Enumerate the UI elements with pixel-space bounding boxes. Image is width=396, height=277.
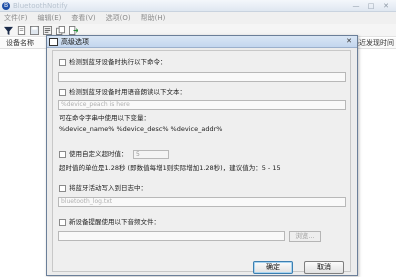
variables-hint: 可在命令字串中使用以下变量： [59,114,150,122]
column-last-seen[interactable]: 最近发现时间 [352,38,394,49]
speak-text-label: 检测到蓝牙设备时用语音朗读以下文本： [69,88,186,96]
save-icon[interactable] [30,25,39,35]
write-log-checkbox[interactable] [59,185,66,192]
menu-bar: 文件(F) 编辑(E) 查看(V) 选项(O) 帮助(H) [0,12,396,24]
export-icon[interactable] [69,25,78,35]
main-titlebar: B BluetoothNotify — □ ✕ [0,0,396,12]
sound-file-input[interactable] [58,231,285,241]
dialog-titlebar: 高级选项 ✕ [47,36,357,48]
dialog-title: 高级选项 [61,38,89,46]
app-icon: B [2,2,10,10]
menu-options[interactable]: 选项(O) [106,12,131,24]
speak-text-checkbox[interactable] [59,89,66,96]
variables-list: %device_name% %device_desc% %device_addr… [59,125,223,133]
minimize-button[interactable]: — [350,1,362,11]
custom-timeout-checkbox[interactable] [59,151,66,158]
alert-sound-option[interactable]: 新设备提醒使用以下音频文件： [59,218,160,227]
write-log-label: 将蓝牙活动写入到日志中： [69,184,147,192]
custom-timeout-input[interactable]: 5 [133,150,169,159]
execute-command-label: 检测到蓝牙设备时执行以下命令： [69,58,167,66]
execute-command-input[interactable] [58,72,346,82]
dialog-body: 检测到蓝牙设备时执行以下命令： 检测到蓝牙设备时用语音朗读以下文本： %devi… [52,50,351,272]
document-icon[interactable] [17,25,26,35]
filter-icon[interactable] [4,26,13,35]
speak-text-option[interactable]: 检测到蓝牙设备时用语音朗读以下文本： [59,88,186,97]
close-button[interactable]: ✕ [380,1,392,11]
copy-icon[interactable] [56,25,65,35]
cancel-button[interactable]: 取消 [304,261,344,274]
column-device-name[interactable]: 设备名称 [6,38,34,49]
menu-view[interactable]: 查看(V) [71,12,95,24]
menu-file[interactable]: 文件(F) [4,12,28,24]
custom-timeout-option[interactable]: 使用自定义超时值： [59,150,128,159]
menu-help[interactable]: 帮助(H) [141,12,166,24]
speak-text-input[interactable]: %device_peach is here [58,100,346,110]
timeout-note: 超时值的单位是1.28秒 (即数值每增1则实际增加1.28秒)，建议值为：5 -… [59,164,281,172]
menu-edit[interactable]: 编辑(E) [38,12,62,24]
advanced-options-dialog: 高级选项 ✕ 检测到蓝牙设备时执行以下命令： 检测到蓝牙设备时用语音朗读以下文本… [46,35,358,276]
alert-sound-label: 新设备提醒使用以下音频文件： [69,218,160,226]
execute-command-option[interactable]: 检测到蓝牙设备时执行以下命令： [59,58,167,67]
log-file-input[interactable]: bluetooth_log.txt [58,197,346,207]
properties-icon[interactable] [43,25,52,35]
write-log-option[interactable]: 将蓝牙活动写入到日志中： [59,184,147,193]
main-window-title: BluetoothNotify [13,2,68,10]
ok-button[interactable]: 确定 [253,261,293,274]
window-icon [49,38,58,46]
browse-button[interactable]: 浏览... [289,231,321,242]
maximize-button[interactable]: □ [365,1,377,11]
alert-sound-checkbox[interactable] [59,219,66,226]
custom-timeout-label: 使用自定义超时值： [69,150,128,158]
dialog-close-button[interactable]: ✕ [343,37,355,46]
execute-command-checkbox[interactable] [59,59,66,66]
